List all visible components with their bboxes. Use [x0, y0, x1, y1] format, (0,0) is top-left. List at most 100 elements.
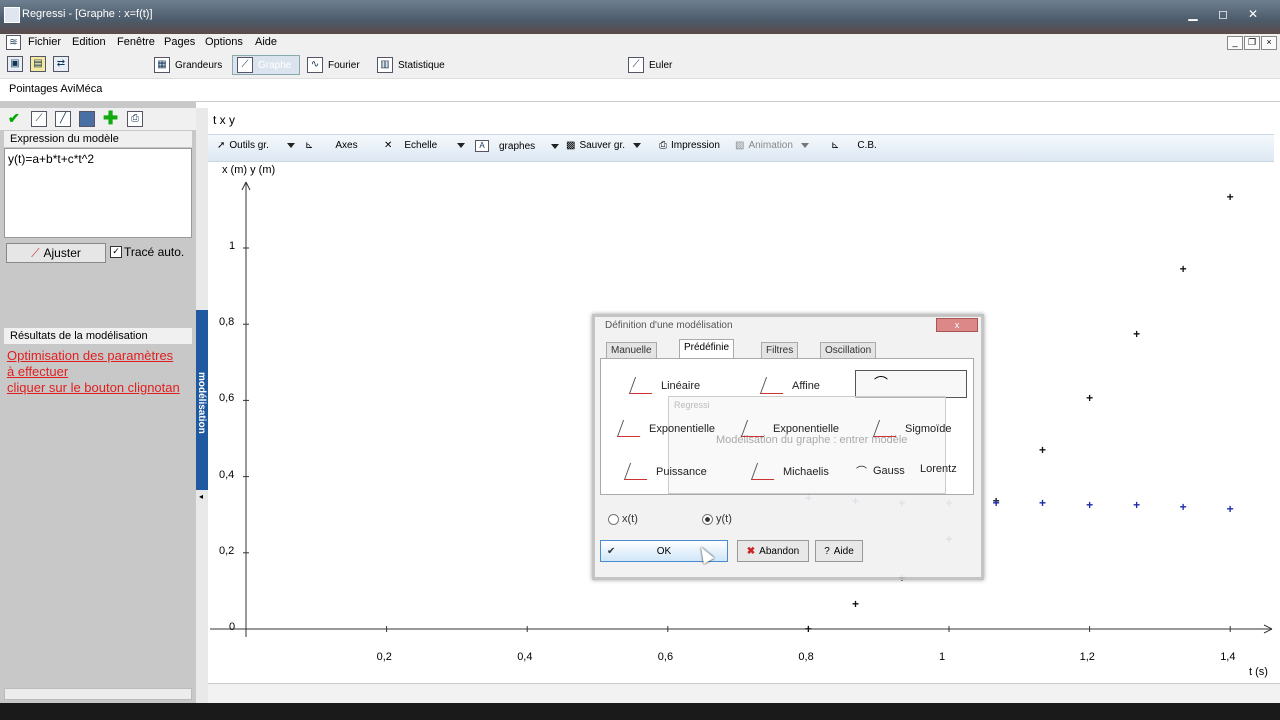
trace-auto-checkbox[interactable]: ✓ Tracé auto.	[110, 245, 184, 259]
model-label: Exponentielle	[773, 422, 840, 435]
book-icon[interactable]	[79, 111, 95, 127]
menu-aide[interactable]: Aide	[255, 36, 277, 48]
menu-fenetre[interactable]: Fenêtre	[117, 36, 155, 48]
exponentielle-decay-icon	[616, 420, 647, 437]
animation-label: Animation	[748, 140, 793, 151]
x-axis-label: t (s)	[1249, 666, 1268, 678]
cb-button[interactable]: ⊾ C.B.	[831, 140, 877, 151]
exponentielle-growth-icon	[740, 420, 771, 437]
affine-icon	[759, 377, 790, 394]
graphes-button[interactable]: A graphes	[475, 140, 560, 152]
graph-bottom-bar	[208, 683, 1280, 704]
fourier-button[interactable]: ∿ Fourier	[307, 55, 360, 75]
data-point-y: +	[1086, 498, 1094, 513]
statistique-label: Statistique	[398, 59, 445, 71]
radio-yt-label: y(t)	[716, 513, 732, 525]
dialog-close-button[interactable]: x	[936, 318, 978, 332]
modelisation-side-tab[interactable]: modélisation	[196, 310, 208, 490]
abandon-button[interactable]: ✖ Abandon	[737, 540, 809, 562]
grandeurs-label: Grandeurs	[175, 59, 223, 71]
model-exponentielle-1[interactable]: Exponentielle	[616, 420, 716, 437]
echelle-button[interactable]: ✕ Echelle	[384, 140, 466, 151]
menu-options[interactable]: Options	[205, 36, 243, 48]
statistique-button[interactable]: ▥ Statistique	[377, 55, 445, 75]
save-icon[interactable]: ▣	[7, 56, 23, 72]
pointages-bar: Pointages AviMéca	[0, 79, 1280, 102]
check-icon[interactable]: ✔	[8, 110, 20, 127]
model-puissance[interactable]: Puissance	[623, 463, 707, 480]
model-gauss[interactable]: ⌒ Gauss	[856, 463, 905, 479]
data-point-x: +	[1226, 189, 1234, 204]
euler-button[interactable]: ⟋ Euler	[628, 55, 672, 75]
app-icon[interactable]	[4, 7, 20, 23]
line-model-icon[interactable]: ╱	[55, 111, 71, 127]
model-lorentz[interactable]: Lorentz	[920, 463, 957, 475]
axes-label: Axes	[335, 140, 358, 151]
model-affine[interactable]: Affine	[759, 377, 820, 394]
y-axis-label: x (m) y (m)	[222, 164, 276, 176]
status-bar	[0, 703, 1280, 720]
model-toolbar	[0, 108, 196, 130]
animation-button[interactable]: ▧ Animation	[735, 140, 809, 151]
window-title-bar: Regressi - [Graphe : x=f(t)] ▁ ◻ ✕	[0, 0, 1280, 34]
graph-variables[interactable]: t x y	[213, 113, 235, 127]
close-button[interactable]: ✕	[1242, 6, 1264, 22]
tab-predefinie[interactable]: Prédéfinie	[679, 339, 735, 360]
expression-input[interactable]: y(t)=a+b*t+c*t^2	[4, 148, 192, 238]
data-point-x: +	[1038, 442, 1046, 457]
impression-label: Impression	[671, 140, 720, 151]
model-lineaire[interactable]: Linéaire	[628, 377, 701, 394]
x-tick-label: 0,8	[798, 651, 814, 663]
animation-icon: ▧	[735, 140, 745, 151]
model-label: Exponentielle	[649, 422, 716, 435]
axes-button[interactable]: ⊾ Axes	[305, 140, 358, 151]
fourier-icon: ∿	[307, 57, 323, 73]
grandeurs-button[interactable]: ▦ Grandeurs	[154, 55, 222, 75]
scale-icon: ✕	[384, 140, 393, 151]
sauver-button[interactable]: ▩ Sauver gr.	[566, 140, 642, 151]
dropdown-caret-icon	[633, 143, 642, 148]
model-michaelis[interactable]: Michaelis	[750, 463, 829, 480]
menu-pages[interactable]: Pages	[164, 36, 195, 48]
mdi-close-icon[interactable]: ×	[1261, 36, 1277, 50]
tab-manuelle-label: Manuelle	[611, 345, 652, 356]
maximize-button[interactable]: ◻	[1212, 6, 1234, 22]
dropdown-caret-icon	[286, 143, 295, 148]
results-header: Résultats de la modélisation	[4, 328, 192, 344]
model-exponentielle-2[interactable]: Exponentielle	[740, 420, 840, 437]
graphe-button[interactable]: ⟋ Graphe	[232, 55, 300, 75]
radio-xt[interactable]: x(t)	[608, 513, 638, 525]
radio-yt[interactable]: y(t)	[702, 513, 732, 525]
menu-fichier[interactable]: Fichier	[28, 36, 61, 48]
document-icon[interactable]: ≋	[6, 35, 21, 50]
model-parabole-selected[interactable]: ⌒	[855, 370, 967, 398]
mdi-restore-icon[interactable]: ❐	[1244, 36, 1260, 50]
print-icon[interactable]: ⎙	[127, 111, 143, 127]
impression-button[interactable]: ⎙ Impression	[659, 140, 720, 151]
refresh-icon[interactable]: ⇄	[53, 56, 69, 72]
outils-button[interactable]: ➚ Outils gr.	[217, 140, 295, 151]
tab-oscillation-label: Oscillation	[825, 345, 872, 356]
add-icon[interactable]: ✚	[103, 108, 118, 129]
results-line: cliquer sur le bouton clignotan	[7, 380, 180, 395]
horizontal-scrollbar[interactable]	[4, 688, 192, 700]
mdi-minimize-icon[interactable]: _	[1227, 36, 1243, 50]
ajuster-button[interactable]: ⟋ Ajuster	[6, 243, 106, 263]
help-icon: ?	[824, 545, 830, 557]
arrow-down-icon[interactable]: ◂	[199, 492, 203, 501]
aide-button[interactable]: ? Aide	[815, 540, 863, 562]
cb-icon: ⊾	[831, 140, 840, 151]
ok-label: OK	[656, 545, 672, 557]
x-tick-label: 0,6	[657, 651, 674, 663]
histogram-icon: ▥	[377, 57, 393, 73]
tab-filtres-label: Filtres	[766, 345, 794, 356]
checkbox-checked-icon: ✓	[110, 246, 122, 258]
menu-edition[interactable]: Edition	[72, 36, 106, 48]
data-point-x: +	[1133, 326, 1141, 341]
aide-label: Aide	[833, 545, 854, 557]
open-folder-icon[interactable]: ▤	[30, 56, 46, 72]
graph-model-icon[interactable]: ⟋	[31, 111, 47, 127]
minimize-button[interactable]: ▁	[1182, 6, 1204, 22]
model-sigmoide[interactable]: Sigmoïde	[872, 420, 951, 437]
model-label: Linéaire	[661, 379, 701, 392]
